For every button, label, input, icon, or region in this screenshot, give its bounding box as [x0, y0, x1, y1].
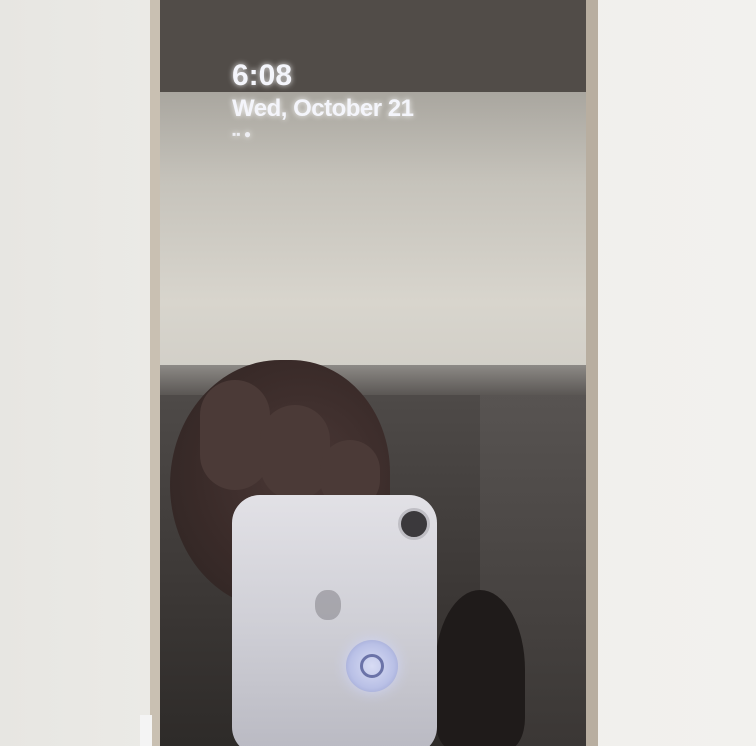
lock-screen-clock: 6:08 Wed, October 21 ▪▪ ● [232, 58, 414, 144]
phone-device: 6:08 Wed, October 21 ▪▪ ● [150, 0, 598, 746]
apple-logo-icon [315, 590, 341, 620]
reflected-finger [260, 405, 330, 500]
fingerprint-inner-ring [360, 654, 384, 678]
edge-highlight [140, 715, 152, 746]
camera-lens-icon [398, 508, 430, 540]
lock-screen-date: Wed, October 21 [232, 95, 414, 122]
fingerprint-unlock-icon[interactable] [346, 640, 398, 692]
lock-screen-time: 6:08 [232, 59, 293, 92]
lock-screen-status: ▪▪ ● [232, 127, 252, 141]
reflected-head [435, 590, 525, 746]
